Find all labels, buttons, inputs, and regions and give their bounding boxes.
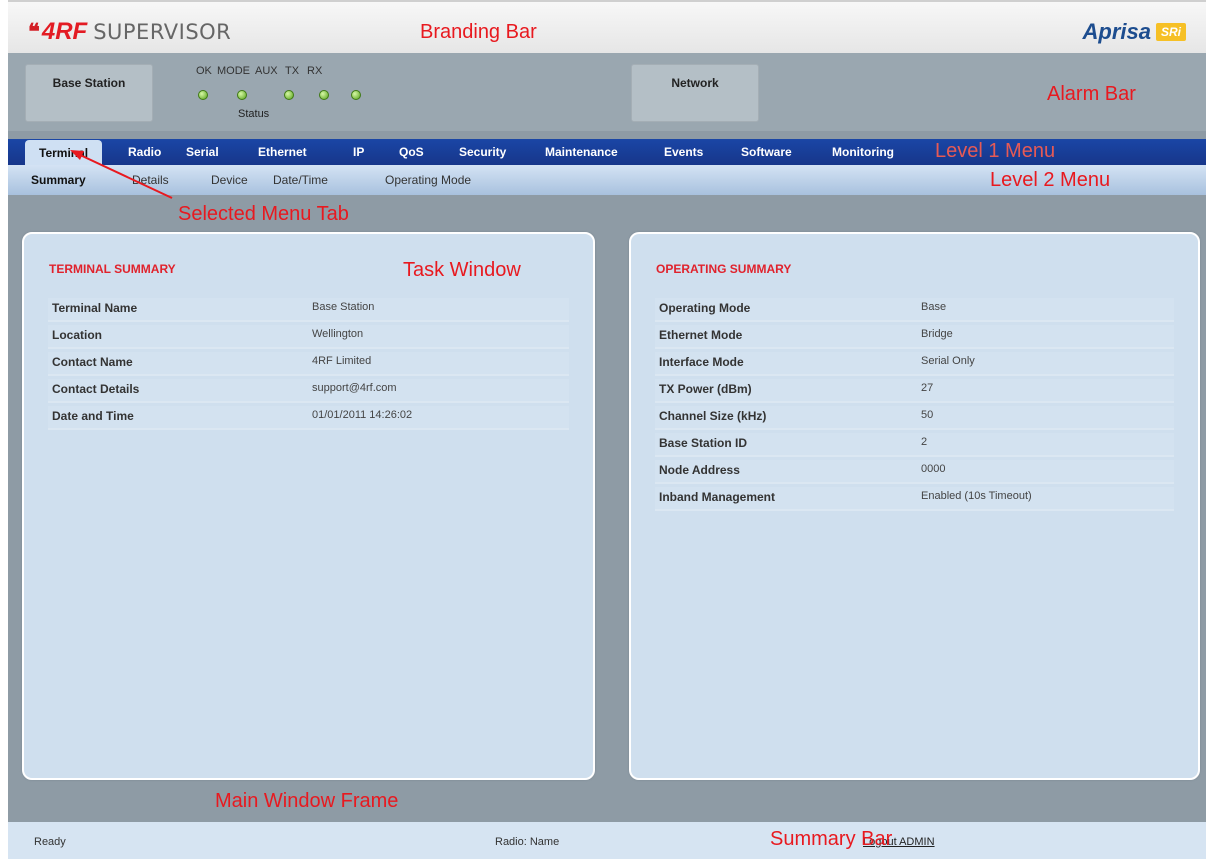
subtab-device[interactable]: Device	[211, 173, 248, 187]
row-value: 0000	[921, 463, 946, 475]
network-panel[interactable]: Network	[631, 64, 759, 122]
table-row: Date and Time 01/01/2011 14:26:02	[48, 406, 569, 430]
row-label: Contact Name	[52, 355, 133, 369]
table-row: Base Station ID 2	[655, 433, 1174, 457]
aprisa-logo: Aprisa SRi	[1082, 19, 1186, 45]
table-row: Interface Mode Serial Only	[655, 352, 1174, 376]
row-value: Bridge	[921, 328, 953, 340]
table-row: Channel Size (kHz) 50	[655, 406, 1174, 430]
annotation-selected-tab: Selected Menu Tab	[178, 203, 349, 225]
logo-product: SUPERVISOR	[93, 20, 232, 44]
row-value: 4RF Limited	[312, 355, 372, 367]
terminal-summary-window: TERMINAL SUMMARY Terminal Name Base Stati…	[22, 232, 595, 780]
annotation-level2-menu: Level 2 Menu	[990, 169, 1111, 191]
operating-summary-title: OPERATING SUMMARY	[656, 262, 792, 276]
row-label: Interface Mode	[659, 355, 744, 369]
tab-monitoring[interactable]: Monitoring	[832, 145, 894, 159]
annotation-alarm-bar: Alarm Bar	[1047, 83, 1136, 105]
tab-radio[interactable]: Radio	[128, 145, 161, 159]
row-label: Inband Management	[659, 490, 776, 504]
operating-summary-table: Operating Mode Base Ethernet Mode Bridge I…	[655, 298, 1174, 514]
led-label-ok: OK	[196, 65, 212, 77]
table-row: Ethernet Mode Bridge	[655, 325, 1174, 349]
table-row: Inband Management Enabled (10s Timeout)	[655, 487, 1174, 511]
network-label: Network	[671, 76, 719, 90]
branding-bar: ❝ 4RF SUPERVISOR Aprisa SRi	[8, 0, 1206, 53]
annotation-summary-bar: Summary Bar	[770, 828, 893, 850]
row-value: 50	[921, 409, 934, 421]
tab-maintenance[interactable]: Maintenance	[545, 145, 618, 159]
tab-terminal-label: Terminal	[39, 146, 89, 160]
tab-events[interactable]: Events	[664, 145, 703, 159]
tab-security[interactable]: Security	[459, 145, 506, 159]
table-row: Contact Details support@4rf.com	[48, 379, 569, 403]
main-window-frame: ❝ 4RF SUPERVISOR Aprisa SRi Base Station…	[8, 0, 1206, 859]
radio-name: Radio: Name	[495, 836, 560, 848]
led-label-rx: RX	[307, 65, 323, 77]
tab-ethernet[interactable]: Ethernet	[258, 145, 307, 159]
subtab-operating-mode[interactable]: Operating Mode	[385, 173, 471, 187]
tab-qos[interactable]: QoS	[399, 145, 424, 159]
row-value: support@4rf.com	[312, 382, 397, 394]
table-row: TX Power (dBm) 27	[655, 379, 1174, 403]
tab-ip[interactable]: IP	[353, 145, 364, 159]
tab-terminal[interactable]: Terminal	[25, 140, 102, 165]
annotation-level1-menu: Level 1 Menu	[935, 140, 1056, 162]
led-tx-icon	[319, 90, 329, 100]
subtab-details[interactable]: Details	[132, 173, 169, 187]
row-label: Terminal Name	[52, 301, 138, 315]
logo-mark: 4RF	[41, 18, 88, 45]
table-row: Terminal Name Base Station	[48, 298, 569, 322]
row-value: 01/01/2011 14:26:02	[312, 409, 413, 421]
row-label: Channel Size (kHz)	[659, 409, 767, 423]
row-value: 27	[921, 382, 934, 394]
table-row: Operating Mode Base	[655, 298, 1174, 322]
terminal-summary-table: Terminal Name Base Station Location Wellin…	[48, 298, 569, 433]
4rf-logo-icon: ❝	[28, 19, 40, 44]
row-label: Ethernet Mode	[659, 328, 743, 342]
row-value: Base	[921, 301, 947, 313]
led-label-mode: MODE	[217, 65, 250, 77]
tab-serial[interactable]: Serial	[186, 145, 219, 159]
tab-software[interactable]: Software	[741, 145, 792, 159]
led-ok-icon	[198, 90, 208, 100]
row-label: Contact Details	[52, 382, 140, 396]
led-label-aux: AUX	[255, 65, 278, 77]
terminal-summary-title: TERMINAL SUMMARY	[49, 262, 176, 276]
table-row: Contact Name 4RF Limited	[48, 352, 569, 376]
4rf-logo: ❝ 4RF SUPERVISOR	[28, 18, 231, 46]
row-label: Node Address	[659, 463, 740, 477]
subtab-summary[interactable]: Summary	[31, 173, 86, 187]
base-station-label: Base Station	[52, 76, 126, 90]
row-value: Wellington	[312, 328, 364, 340]
led-rx-icon	[351, 90, 361, 100]
subtab-date-time[interactable]: Date/Time	[273, 173, 328, 187]
annotation-branding-bar: Branding Bar	[420, 21, 537, 43]
status-text: Ready	[34, 836, 66, 848]
led-mode-icon	[237, 90, 247, 100]
status-label: Status	[238, 108, 270, 120]
row-label: Location	[52, 328, 102, 342]
table-row: Location Wellington	[48, 325, 569, 349]
row-label: Date and Time	[52, 409, 134, 423]
base-station-panel[interactable]: Base Station	[25, 64, 153, 122]
row-value: 2	[921, 436, 928, 448]
row-label: Operating Mode	[659, 301, 751, 315]
annotation-main-window-frame: Main Window Frame	[215, 790, 399, 812]
annotation-task-window: Task Window	[403, 259, 521, 281]
table-row: Node Address 0000	[655, 460, 1174, 484]
operating-summary-window: OPERATING SUMMARY Operating Mode Base Eth…	[629, 232, 1200, 780]
led-label-tx: TX	[285, 65, 300, 77]
row-label: TX Power (dBm)	[659, 382, 752, 396]
led-aux-icon	[284, 90, 294, 100]
brand-name: Aprisa	[1082, 19, 1151, 44]
summary-bar: Ready Radio: Name Logout ADMIN	[8, 822, 1206, 859]
row-value: Enabled (10s Timeout)	[921, 490, 1032, 502]
row-value: Serial Only	[921, 355, 975, 367]
row-value: Base Station	[312, 301, 375, 313]
row-label: Base Station ID	[659, 436, 748, 450]
alarm-bar: Base Station OK MODE AUX TX RX Status Ne…	[8, 53, 1206, 131]
brand-badge: SRi	[1155, 23, 1186, 41]
